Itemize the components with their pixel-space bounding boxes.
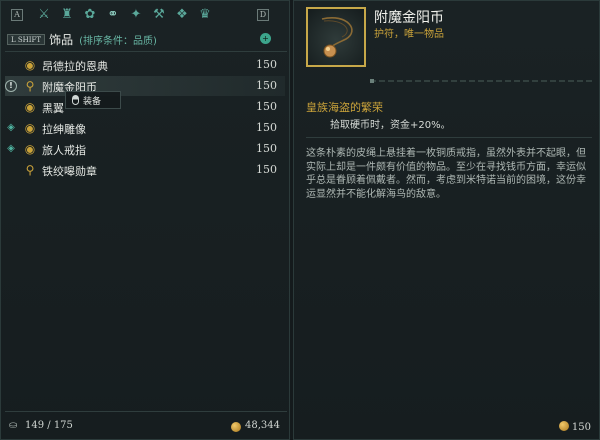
trinket-icon[interactable]: ⚭ [105, 7, 121, 23]
item-price: 150 [256, 58, 277, 71]
item-price: 150 [256, 142, 277, 155]
swords-icon[interactable]: ⚔ [36, 7, 52, 23]
amulet-icon [321, 17, 353, 58]
ring-icon: ◉ [24, 58, 36, 72]
gold-coin-icon [231, 422, 241, 432]
crown-icon[interactable]: ♛ [197, 7, 213, 23]
divider [306, 137, 592, 138]
amulet-icon: ⚲ [25, 79, 35, 93]
list-item[interactable]: ⚲ 铁绞嗥勋章 150 [5, 160, 285, 180]
item-detail-price: 150 [571, 422, 591, 433]
shift-key-tag[interactable]: L SHIFT [7, 33, 46, 45]
item-price: 150 [256, 163, 277, 176]
item-badge [5, 101, 17, 113]
item-subtitle: 护符，唯一物品 [374, 29, 444, 40]
misc-icon[interactable]: ❖ [174, 7, 190, 23]
equip-action-label: 装备 [83, 96, 102, 107]
list-item[interactable]: ◉ 黑翼 150 [5, 97, 285, 117]
list-item[interactable]: ◈ ◉ 拉绅雕像 150 [5, 118, 285, 138]
crafting-icon[interactable]: ⚒ [151, 7, 167, 23]
sort-label: (排序条件：品质) [79, 35, 157, 47]
effect-text: 拾取硬币时，资金+20%。 [330, 120, 451, 131]
list-header: L SHIFT 饰品 (排序条件：品质) + [7, 31, 287, 47]
item-price-footer: 150 [558, 421, 591, 433]
gold-amount: 48,344 [245, 420, 280, 431]
category-title: 饰品 [49, 32, 74, 47]
effect-title: 皇族海盗的繁荣 [306, 101, 383, 114]
bag-icon[interactable]: ✿ [82, 7, 98, 23]
ornament-divider [370, 79, 592, 83]
armor-icon[interactable]: ♜ [59, 7, 75, 23]
sort-button[interactable]: + [260, 33, 271, 44]
item-title: 附魔金阳币 [374, 10, 444, 26]
jewelry-icon[interactable]: ✦ [128, 7, 144, 23]
list-item[interactable]: ◈ ◉ 旅人戒指 150 [5, 139, 285, 159]
item-lore: 这条朴素的皮绳上悬挂着一枚铜质戒指，虽然外表并不起眼，但实际上却是一件颇有价值的… [306, 148, 586, 200]
item-price: 150 [256, 121, 277, 134]
ring-icon: ◉ [24, 100, 36, 114]
gold-coin-icon [558, 421, 569, 431]
item-price: 150 [256, 100, 277, 113]
item-badge [5, 164, 17, 176]
ring-icon: ◉ [24, 121, 36, 135]
next-category-key[interactable]: D [257, 9, 269, 21]
item-name: 拉绅雕像 [42, 123, 86, 136]
new-alert-icon: ! [5, 80, 17, 92]
item-name: 旅人戒指 [42, 144, 86, 157]
equipped-diamond-icon: ◈ [7, 143, 15, 154]
item-price: 150 [256, 79, 277, 92]
inventory-footer: ⛀ 149 / 175 48,344 [5, 417, 287, 437]
ring-icon: ◉ [24, 142, 36, 156]
mouse-left-click-icon [72, 95, 79, 105]
divider [5, 51, 287, 52]
category-bar: A ⚔ ♜ ✿ ⚭ ✦ ⚒ ❖ ♛ D [1, 1, 291, 29]
weight-icon: ⛀ [9, 420, 18, 431]
item-name: 铁绞嗥勋章 [42, 165, 97, 178]
inventory-panel: A ⚔ ♜ ✿ ⚭ ✦ ⚒ ❖ ♛ D L SHIFT 饰品 (排序条件：品质)… [0, 0, 290, 440]
item-name: 昂德拉的恩典 [42, 60, 108, 73]
footer-divider [5, 411, 287, 412]
item-badge [5, 59, 17, 71]
capacity-value: 149 / 175 [25, 420, 73, 431]
equip-tooltip[interactable]: 装备 [65, 91, 121, 109]
equipped-diamond-icon: ◈ [7, 122, 15, 133]
prev-category-key[interactable]: A [11, 9, 23, 21]
item-detail-panel: 附魔金阳币 护符，唯一物品 皇族海盗的繁荣 拾取硬币时，资金+20%。 这条朴素… [293, 0, 600, 440]
item-name: 黑翼 [42, 102, 64, 115]
list-item[interactable]: ◉ 昂德拉的恩典 150 [5, 55, 285, 75]
item-portrait [306, 7, 366, 67]
list-item-selected[interactable]: ! ⚲ 附魔金阳币 150 [5, 76, 285, 96]
amulet-icon: ⚲ [25, 163, 35, 177]
